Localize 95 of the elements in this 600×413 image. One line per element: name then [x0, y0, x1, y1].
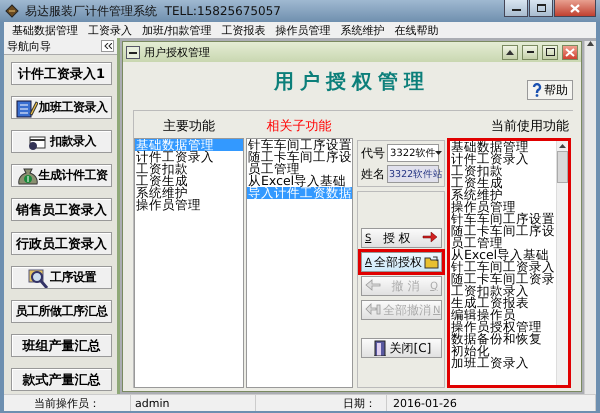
list-item[interactable]: 员工管理 — [450, 237, 556, 249]
nav-button[interactable]: 班组产量汇总 — [11, 334, 112, 357]
list-item[interactable]: 从Excel导入基础 — [450, 249, 556, 261]
list-item[interactable]: 编辑操作员 — [450, 309, 556, 321]
maximize-icon — [546, 48, 554, 56]
action-button[interactable]: S 授 权 — [361, 228, 442, 248]
list-item[interactable]: 随工卡车间工序设 — [247, 151, 352, 163]
column-heading: 当前使用功能 — [490, 118, 570, 135]
panel-title: 导航向导 — [7, 38, 51, 54]
pencil-icon — [16, 98, 38, 118]
status-value: 2016-01-26 — [387, 395, 596, 411]
menu-item[interactable]: 工资报表 — [222, 22, 266, 38]
close-icon — [570, 4, 580, 12]
menu-item[interactable]: 工资录入 — [88, 22, 132, 38]
menu-item[interactable]: 操作员管理 — [276, 22, 331, 38]
list-item[interactable]: 工资扣款 — [135, 163, 243, 175]
list-item[interactable]: 工资扣款 — [450, 165, 556, 177]
dialog-title: 用户授权管理 — [144, 44, 211, 60]
scrollbar[interactable] — [584, 41, 596, 394]
scroll-up-button[interactable] — [502, 44, 518, 60]
scroll-thumb[interactable] — [557, 151, 568, 183]
close-button[interactable] — [554, 0, 596, 17]
double-arrow-left-icon — [365, 302, 381, 318]
status-label: 日期： — [256, 395, 387, 411]
list-item[interactable]: 工资生成 — [135, 175, 243, 187]
menu-item[interactable]: 系统维护 — [340, 22, 385, 38]
question-mark-icon — [532, 83, 542, 97]
list-item[interactable]: 系统维护 — [450, 189, 556, 201]
nav-button[interactable]: 工序设置 — [11, 266, 112, 289]
maximize-icon — [536, 4, 546, 12]
list-item[interactable]: 计件工资录入 — [135, 151, 243, 163]
action-button[interactable]: A 全部授权 — [361, 252, 442, 272]
nav-button[interactable]: 扣款录入 — [11, 130, 112, 153]
minimize-icon — [526, 51, 534, 53]
list-item[interactable]: 针工车间工资录入 — [450, 261, 556, 273]
list-item[interactable]: 系统维护 — [135, 187, 243, 199]
page-heading: 用户授权管理 — [274, 68, 430, 94]
nav-button[interactable]: 员工所做工序汇总 — [11, 300, 112, 323]
collapse-icon — [126, 46, 140, 58]
collapse-button[interactable] — [101, 40, 114, 52]
list-item[interactable]: 加班工资录入 — [450, 357, 556, 369]
current-function-list[interactable]: 基础数据管理 计件工资录入 工资扣款 工资生成 系统维护 操作员管理 针车车间工序设置 随工卡车间工序设 员工管理 从Excel导入基础 针工车间工资录入 随工卡车间工资录 工资扣款录入 生成工资报表 编辑操作员 操作员授权管理 数据备份和恢复 初始化 加班工资录入 — [447, 138, 571, 388]
main-function-list[interactable]: 基础数据管理 计件工资录入 工资扣款 工资生成 系统维护 操作员管理 — [134, 138, 244, 388]
list-item[interactable]: 针车车间工序设置 — [450, 213, 556, 225]
menu-item[interactable]: 加班/扣款管理 — [142, 22, 212, 38]
window-title: 易达服装厂计件管理系统 TELL:15825675057 — [25, 2, 282, 20]
close-icon — [565, 48, 575, 56]
list-item[interactable]: 操作员管理 — [135, 199, 243, 211]
list-item[interactable]: 生成工资报表 — [450, 297, 556, 309]
action-button[interactable]: 关闭[C] — [361, 338, 442, 358]
field-label: 代号 — [361, 144, 385, 162]
column-heading: 主要功能 — [162, 118, 216, 135]
close-button[interactable] — [562, 44, 578, 60]
status-value: admin — [131, 395, 256, 411]
minimize-button[interactable] — [522, 44, 538, 60]
column-heading: 相关子功能 — [266, 118, 332, 135]
list-item[interactable]: 工资扣款录入 — [450, 285, 556, 297]
dropdown-value: 3322软件 — [390, 147, 436, 160]
nav-button[interactable]: 生成计件工资 — [11, 164, 112, 187]
maximize-button[interactable] — [542, 44, 558, 60]
list-item[interactable]: 从Excel导入基础 — [247, 175, 352, 187]
folder-icon — [424, 254, 440, 270]
nav-button[interactable]: 销售员工资录入 — [11, 198, 112, 221]
scroll-up-icon — [587, 41, 594, 46]
nav-button[interactable]: 款式产量汇总 — [11, 368, 112, 391]
maximize-button[interactable] — [529, 0, 553, 17]
list-item[interactable]: 计件工资录入 — [450, 153, 556, 165]
double-chevron-left-icon — [104, 43, 112, 49]
minimize-button[interactable] — [504, 0, 528, 17]
list-item[interactable]: 操作员管理 — [450, 201, 556, 213]
list-item[interactable]: 员工管理 — [247, 163, 352, 175]
door-icon — [372, 340, 388, 356]
nav-button[interactable]: 行政员工资录入 — [11, 232, 112, 255]
money-bag-icon — [16, 166, 38, 186]
list-item[interactable]: 随工卡车间工序设 — [450, 225, 556, 237]
list-item[interactable]: 初始化 — [450, 345, 556, 357]
caret-up-icon — [506, 50, 514, 54]
list-item[interactable]: 基础数据管理 — [450, 141, 556, 153]
field-label: 姓名 — [361, 166, 385, 182]
menu-item[interactable]: 在线帮助 — [394, 22, 439, 38]
magnifier-icon — [27, 268, 49, 288]
help-button[interactable]: 帮助 — [527, 80, 573, 100]
list-item[interactable]: 数据备份和恢复 — [450, 333, 556, 345]
list-item[interactable]: 随工卡车间工资录 — [450, 273, 556, 285]
code-dropdown[interactable]: 3322软件 — [387, 144, 439, 162]
nav-button[interactable]: 加班工资录入 — [11, 96, 112, 119]
nav-button[interactable]: 计件工资录入1 — [11, 62, 112, 85]
scroll-up-icon — [559, 144, 566, 148]
list-item[interactable]: 工资生成 — [450, 177, 556, 189]
dropdown-arrow-icon — [435, 151, 442, 155]
list-scrollbar[interactable] — [556, 141, 568, 385]
app-icon — [4, 3, 20, 19]
status-label: 当前操作员： — [4, 395, 131, 411]
menu-item[interactable]: 基础数据管理 — [12, 22, 78, 38]
list-item[interactable]: 操作员授权管理 — [450, 321, 556, 333]
